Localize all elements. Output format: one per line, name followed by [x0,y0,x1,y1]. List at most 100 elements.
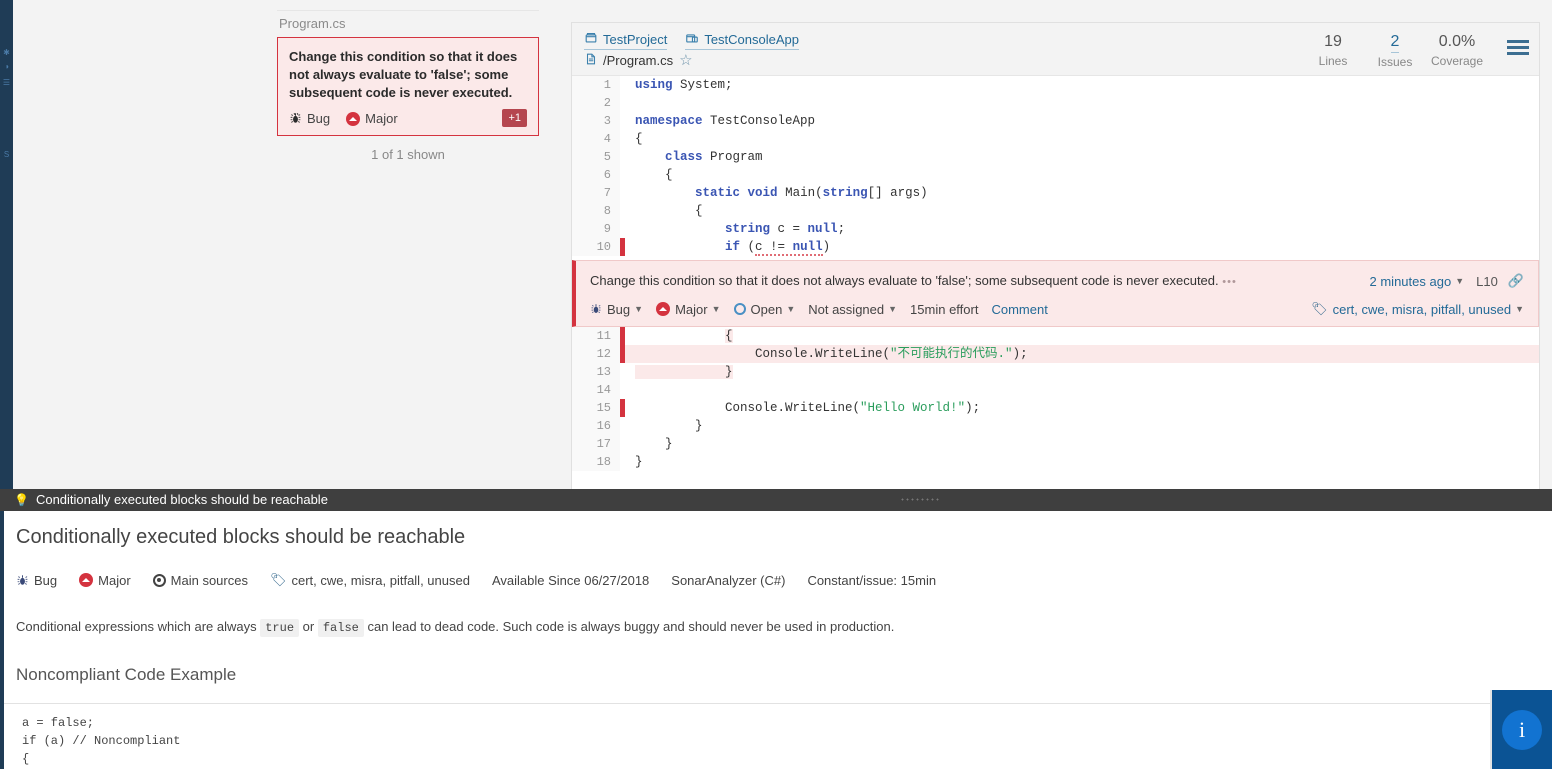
breadcrumb-project-label: TestProject [603,31,668,47]
line-number[interactable]: 11 [572,327,620,345]
line-number[interactable]: 7 [572,184,620,202]
inline-issue-when[interactable]: 2 minutes ago [1370,274,1452,289]
left-navigation-rail[interactable]: ✱ ◑ ☰ S [0,0,13,489]
line-number[interactable]: 10 [572,238,620,256]
line-number[interactable]: 18 [572,453,620,471]
project-icon [584,31,598,49]
code-line: 15 Console.WriteLine("Hello World!"); [572,399,1539,417]
rule-meta-severity-label: Major [98,572,131,588]
issue-card-type[interactable]: Bug [289,111,330,126]
line-number[interactable]: 17 [572,435,620,453]
bug-icon [590,303,602,315]
line-code: Console.WriteLine("Hello World!"); [635,401,981,415]
rule-panel-drag-title: 💡 Conditionally executed blocks should b… [0,489,1552,511]
inline-issue-ellipsis[interactable]: ••• [1222,276,1237,288]
drag-handle-icon[interactable] [900,497,940,503]
code-line: 16 } [572,417,1539,435]
rail-glyph-3[interactable]: ☰ [0,78,13,88]
breadcrumb-row-2: /Program.cs ☆ [584,50,1299,70]
rule-panel-drag-bar[interactable]: 💡 Conditionally executed blocks should b… [0,489,1552,511]
line-number[interactable]: 1 [572,76,620,94]
breadcrumb-module[interactable]: TestConsoleApp [685,31,799,50]
issues-list-column: Program.cs Change this condition so that… [277,0,539,162]
inline-issue-status[interactable]: Open ▼ [733,302,795,317]
line-code: if (c != null) [725,240,831,256]
rule-meta-tags[interactable]: 🏷 cert, cwe, misra, pitfall, unused [270,572,470,588]
line-number[interactable]: 15 [572,399,620,417]
issue-card-message: Change this condition so that it does no… [289,49,518,100]
line-number[interactable]: 5 [572,148,620,166]
issue-card-severity-label: Major [365,111,398,126]
line-number[interactable]: 16 [572,417,620,435]
rail-glyph-4[interactable]: S [0,150,13,160]
line-number[interactable]: 4 [572,130,620,148]
chevron-down-icon[interactable]: ▼ [634,304,643,314]
code-line: 18 } [572,453,1539,471]
line-code: } [635,455,643,469]
scope-icon [152,573,166,587]
breadcrumb-module-label: TestConsoleApp [704,31,799,47]
code-line: 1 using System; [572,76,1539,94]
inline-issue-tags[interactable]: 🏷 cert, cwe, misra, pitfall, unused ▼ [1311,301,1524,317]
inline-issue-severity[interactable]: Major ▼ [656,301,721,317]
inline-issue-type[interactable]: Bug ▼ [590,302,643,317]
rail-glyph-2[interactable]: ◑ [0,62,13,72]
issue-card[interactable]: Change this condition so that it does no… [277,37,539,136]
code-line: 14 [572,381,1539,399]
link-icon[interactable]: 🔗 [1508,273,1524,289]
inline-issue-assignee-label: Not assigned [808,301,885,317]
tag-icon: 🏷 [269,572,287,587]
line-code: class Program [665,150,763,164]
line-number[interactable]: 3 [572,112,620,130]
line-code: { [725,329,733,343]
issue-card-severity[interactable]: Major [346,111,398,126]
code-line: 10 if (c != null) [572,238,1539,256]
inline-issue-type-label: Bug [607,301,631,317]
inline-issue-severity-label: Major [675,301,708,317]
line-number[interactable]: 2 [572,94,620,112]
line-number[interactable]: 6 [572,166,620,184]
inline-issue-assignee[interactable]: Not assigned ▼ [808,302,897,317]
chevron-down-icon[interactable]: ▼ [888,304,897,314]
issues-shown-count: 1 of 1 shown [371,147,445,162]
rule-desc-post: can lead to dead code. Such code is alwa… [363,619,895,634]
rail-glyph-1[interactable]: ✱ [0,48,13,58]
chevron-down-icon[interactable]: ▼ [786,304,795,314]
rule-desc-mid: or [299,619,318,634]
measure-lines: 19 Lines [1305,32,1361,68]
chevron-down-icon[interactable]: ▼ [1455,276,1464,286]
rule-description-panel: Conditionally executed blocks should be … [0,511,1552,769]
line-number[interactable]: 9 [572,220,620,238]
rule-code-example: a = false; if (a) // Noncompliant { DoSo… [0,703,1552,769]
line-number[interactable]: 13 [572,363,620,381]
measure-coverage: 0.0% Coverage [1429,32,1485,68]
source-viewer: TestProject TestConsoleApp /Program.cs ☆… [571,22,1540,489]
code-line: 8 { [572,202,1539,220]
line-code: using System; [635,78,733,92]
line-number[interactable]: 12 [572,345,620,363]
issue-card-extra-badge[interactable]: +1 [502,109,527,127]
rule-meta-scope: Main sources [152,572,248,588]
rule-panel-accent [0,511,4,769]
line-code: { [635,168,673,182]
chevron-down-icon[interactable]: ▼ [712,304,721,314]
info-fab-button[interactable]: i [1492,690,1552,769]
line-code: Console.WriteLine("不可能执行的代码."); [625,345,1539,363]
line-number[interactable]: 8 [572,202,620,220]
inline-issue-right: 2 minutes ago ▼ L10 🔗 [1370,271,1524,289]
rule-meta-scope-label: Main sources [170,572,248,588]
inline-issue-message-text: Change this condition so that it does no… [590,273,1219,288]
measure-issues-value[interactable]: 2 [1390,32,1400,53]
hamburger-icon[interactable] [1507,40,1529,58]
breadcrumb-project[interactable]: TestProject [584,31,668,50]
line-number[interactable]: 14 [572,381,620,399]
status-open-icon [733,303,746,315]
chevron-down-icon[interactable]: ▼ [1515,304,1524,314]
inline-issue-tags-label: cert, cwe, misra, pitfall, unused [1332,301,1512,317]
code-line: 4 { [572,130,1539,148]
inline-issue-comment-button[interactable]: Comment [991,302,1047,317]
measure-issues[interactable]: 2 Issues [1367,32,1423,69]
issues-column-divider [277,0,539,11]
star-icon[interactable]: ☆ [679,51,692,69]
info-icon: i [1502,709,1542,750]
